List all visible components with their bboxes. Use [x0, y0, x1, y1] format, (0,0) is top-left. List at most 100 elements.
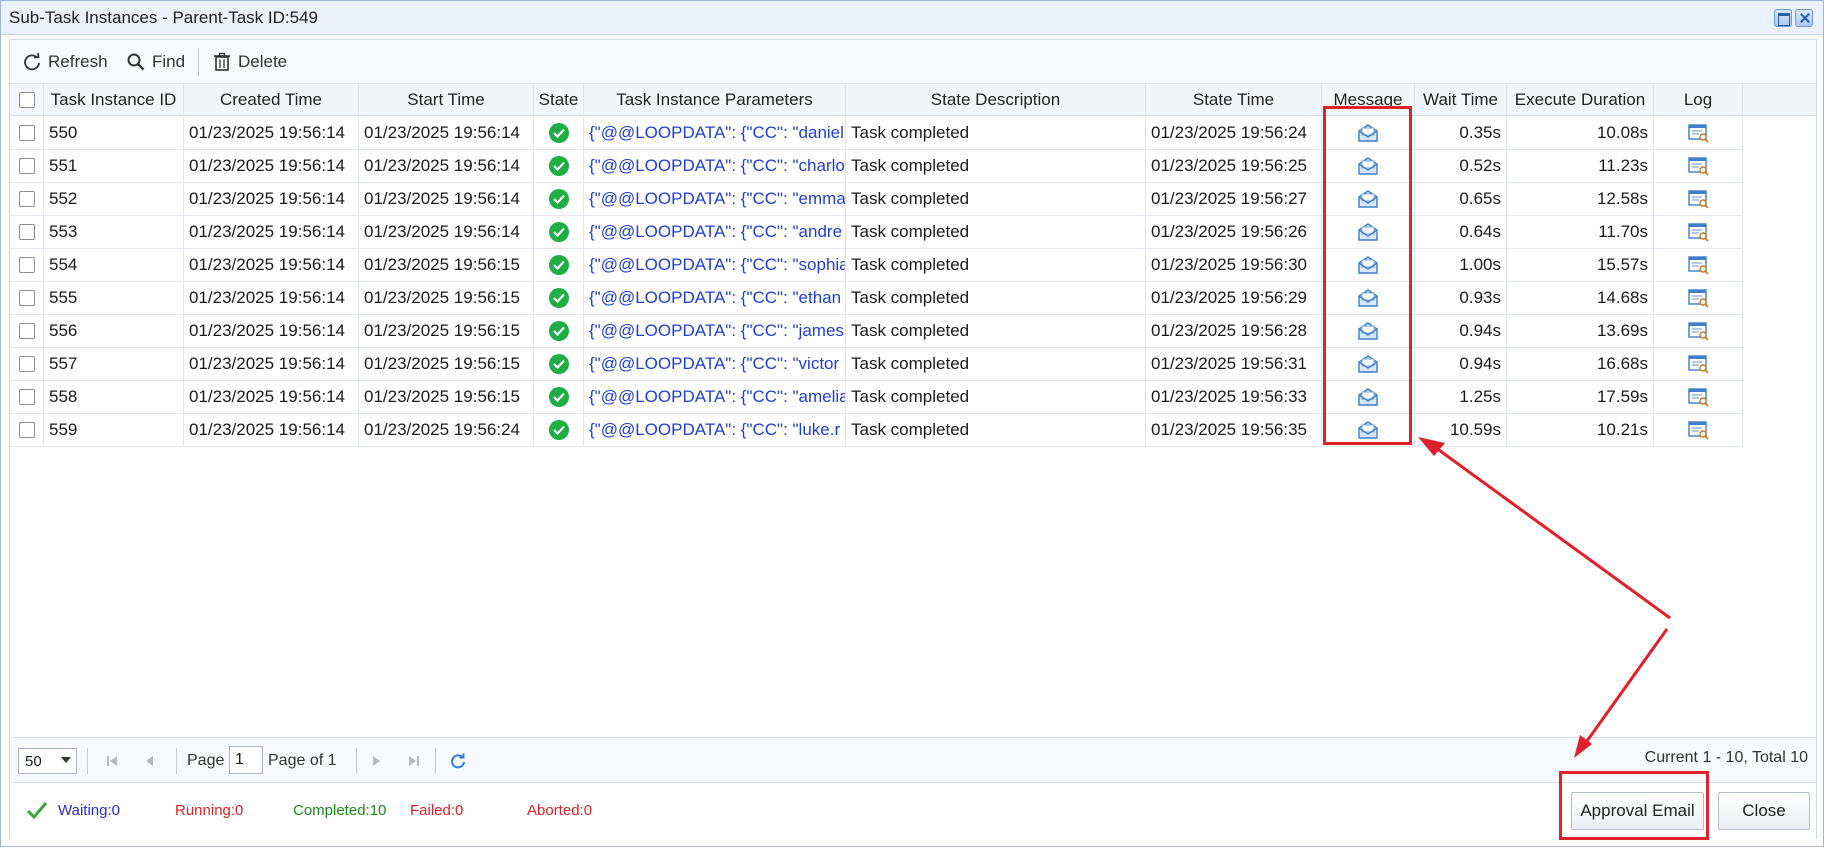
- dialog-body: Refresh Find Delete Task Instance ID Cre…: [9, 39, 1817, 839]
- cell-state-description: Task completed: [846, 117, 1146, 149]
- cell-params[interactable]: {"@@LOOPDATA": {"CC": "sophia: [584, 249, 846, 281]
- cell-params[interactable]: {"@@LOOPDATA": {"CC": "andre: [584, 216, 846, 248]
- cell-task-instance-id: 554: [44, 249, 184, 281]
- col-header-state-time[interactable]: State Time: [1146, 84, 1322, 115]
- cell-execute-duration: 14.68s: [1507, 282, 1654, 314]
- toolbar: Refresh Find Delete: [10, 40, 1816, 84]
- cell-params[interactable]: {"@@LOOPDATA": {"CC": "charlo: [584, 150, 846, 182]
- close-window-button[interactable]: [1795, 9, 1813, 27]
- table-row[interactable]: 557 01/23/2025 19:56:14 01/23/2025 19:56:1…: [10, 348, 1743, 381]
- col-header-state[interactable]: State: [534, 84, 584, 115]
- page-size-select[interactable]: 50: [18, 748, 77, 774]
- cell-task-instance-id: 558: [44, 381, 184, 413]
- cell-execute-duration: 16.68s: [1507, 348, 1654, 380]
- col-header-start[interactable]: Start Time: [359, 84, 534, 115]
- table-row[interactable]: 554 01/23/2025 19:56:14 01/23/2025 19:56:1…: [10, 249, 1743, 282]
- table-row[interactable]: 550 01/23/2025 19:56:14 01/23/2025 19:56:1…: [10, 117, 1743, 150]
- row-checkbox[interactable]: [18, 224, 35, 240]
- table-row[interactable]: 553 01/23/2025 19:56:14 01/23/2025 19:56:1…: [10, 216, 1743, 249]
- row-checkbox[interactable]: [18, 422, 35, 438]
- last-page-icon[interactable]: [404, 751, 424, 771]
- cell-params[interactable]: {"@@LOOPDATA": {"CC": "luke.r: [584, 414, 846, 446]
- col-header-desc[interactable]: State Description: [846, 84, 1146, 115]
- row-checkbox[interactable]: [18, 389, 35, 405]
- log-view-icon[interactable]: [1687, 189, 1709, 209]
- cell-created-time: 01/23/2025 19:56:14: [184, 183, 359, 215]
- cell-params[interactable]: {"@@LOOPDATA": {"CC": "amelia: [584, 381, 846, 413]
- log-view-icon[interactable]: [1687, 123, 1709, 143]
- reload-icon[interactable]: [448, 751, 468, 771]
- cell-created-time: 01/23/2025 19:56:14: [184, 117, 359, 149]
- find-button[interactable]: Find: [122, 48, 189, 76]
- first-page-icon[interactable]: [102, 751, 122, 771]
- cell-log: [1654, 348, 1743, 380]
- select-all-checkbox[interactable]: [18, 91, 35, 108]
- state-success-icon: [548, 156, 569, 176]
- delete-button[interactable]: Delete: [208, 48, 291, 76]
- maximize-button[interactable]: [1774, 9, 1792, 27]
- table-row[interactable]: 559 01/23/2025 19:56:14 01/23/2025 19:56:2…: [10, 414, 1743, 447]
- table-row[interactable]: 552 01/23/2025 19:56:14 01/23/2025 19:56:1…: [10, 183, 1743, 216]
- cell-params[interactable]: {"@@LOOPDATA": {"CC": "james: [584, 315, 846, 347]
- cell-wait-time: 0.94s: [1415, 348, 1507, 380]
- cell-execute-duration: 11.70s: [1507, 216, 1654, 248]
- row-select-cell: [10, 183, 44, 215]
- table-row[interactable]: 556 01/23/2025 19:56:14 01/23/2025 19:56:1…: [10, 315, 1743, 348]
- col-header-params[interactable]: Task Instance Parameters: [584, 84, 846, 115]
- page-number-input[interactable]: 1: [229, 746, 263, 774]
- status-aborted: Aborted:0: [527, 802, 593, 819]
- search-icon: [127, 53, 145, 71]
- approval-email-highlight: [1559, 771, 1709, 840]
- cell-params[interactable]: {"@@LOOPDATA": {"CC": "ethan: [584, 282, 846, 314]
- close-button[interactable]: Close: [1718, 792, 1810, 830]
- row-checkbox[interactable]: [18, 158, 35, 174]
- next-page-icon[interactable]: [366, 751, 386, 771]
- cell-execute-duration: 10.08s: [1507, 117, 1654, 149]
- cell-log: [1654, 249, 1743, 281]
- refresh-button[interactable]: Refresh: [18, 48, 112, 76]
- cell-created-time: 01/23/2025 19:56:14: [184, 150, 359, 182]
- log-view-icon[interactable]: [1687, 222, 1709, 242]
- cell-log: [1654, 315, 1743, 347]
- log-view-icon[interactable]: [1687, 420, 1709, 440]
- cell-state-time: 01/23/2025 19:56:28: [1146, 315, 1322, 347]
- row-checkbox[interactable]: [18, 191, 35, 207]
- row-select-cell: [10, 249, 44, 281]
- log-view-icon[interactable]: [1687, 156, 1709, 176]
- previous-page-icon[interactable]: [140, 751, 160, 771]
- cell-task-instance-id: 553: [44, 216, 184, 248]
- table-row[interactable]: 551 01/23/2025 19:56:14 01/23/2025 19:56:1…: [10, 150, 1743, 183]
- log-view-icon[interactable]: [1687, 255, 1709, 275]
- log-view-icon[interactable]: [1687, 321, 1709, 341]
- page-size-value: 50: [25, 752, 42, 770]
- col-header-id[interactable]: Task Instance ID: [44, 84, 184, 115]
- cell-task-instance-id: 557: [44, 348, 184, 380]
- row-checkbox[interactable]: [18, 125, 35, 141]
- cell-state: [534, 117, 584, 149]
- cell-params[interactable]: {"@@LOOPDATA": {"CC": "daniel: [584, 117, 846, 149]
- row-select-cell: [10, 414, 44, 446]
- col-header-created[interactable]: Created Time: [184, 84, 359, 115]
- row-checkbox[interactable]: [18, 257, 35, 273]
- cell-state-time: 01/23/2025 19:56:30: [1146, 249, 1322, 281]
- log-view-icon[interactable]: [1687, 288, 1709, 308]
- checkmark-icon: [26, 802, 48, 820]
- cell-state-description: Task completed: [846, 150, 1146, 182]
- cell-state: [534, 150, 584, 182]
- row-checkbox[interactable]: [18, 323, 35, 339]
- log-view-icon[interactable]: [1687, 354, 1709, 374]
- cell-params[interactable]: {"@@LOOPDATA": {"CC": "victor: [584, 348, 846, 380]
- table-row[interactable]: 555 01/23/2025 19:56:14 01/23/2025 19:56:1…: [10, 282, 1743, 315]
- log-view-icon[interactable]: [1687, 387, 1709, 407]
- row-checkbox[interactable]: [18, 290, 35, 306]
- col-header-duration[interactable]: Execute Duration: [1507, 84, 1654, 115]
- col-header-wait[interactable]: Wait Time: [1415, 84, 1507, 115]
- cell-wait-time: 1.00s: [1415, 249, 1507, 281]
- row-checkbox[interactable]: [18, 356, 35, 372]
- col-header-log[interactable]: Log: [1654, 84, 1743, 115]
- table-row[interactable]: 558 01/23/2025 19:56:14 01/23/2025 19:56:1…: [10, 381, 1743, 414]
- find-label: Find: [152, 52, 186, 71]
- cell-params[interactable]: {"@@LOOPDATA": {"CC": "emma: [584, 183, 846, 215]
- trash-icon: [214, 52, 230, 71]
- row-select-cell: [10, 117, 44, 149]
